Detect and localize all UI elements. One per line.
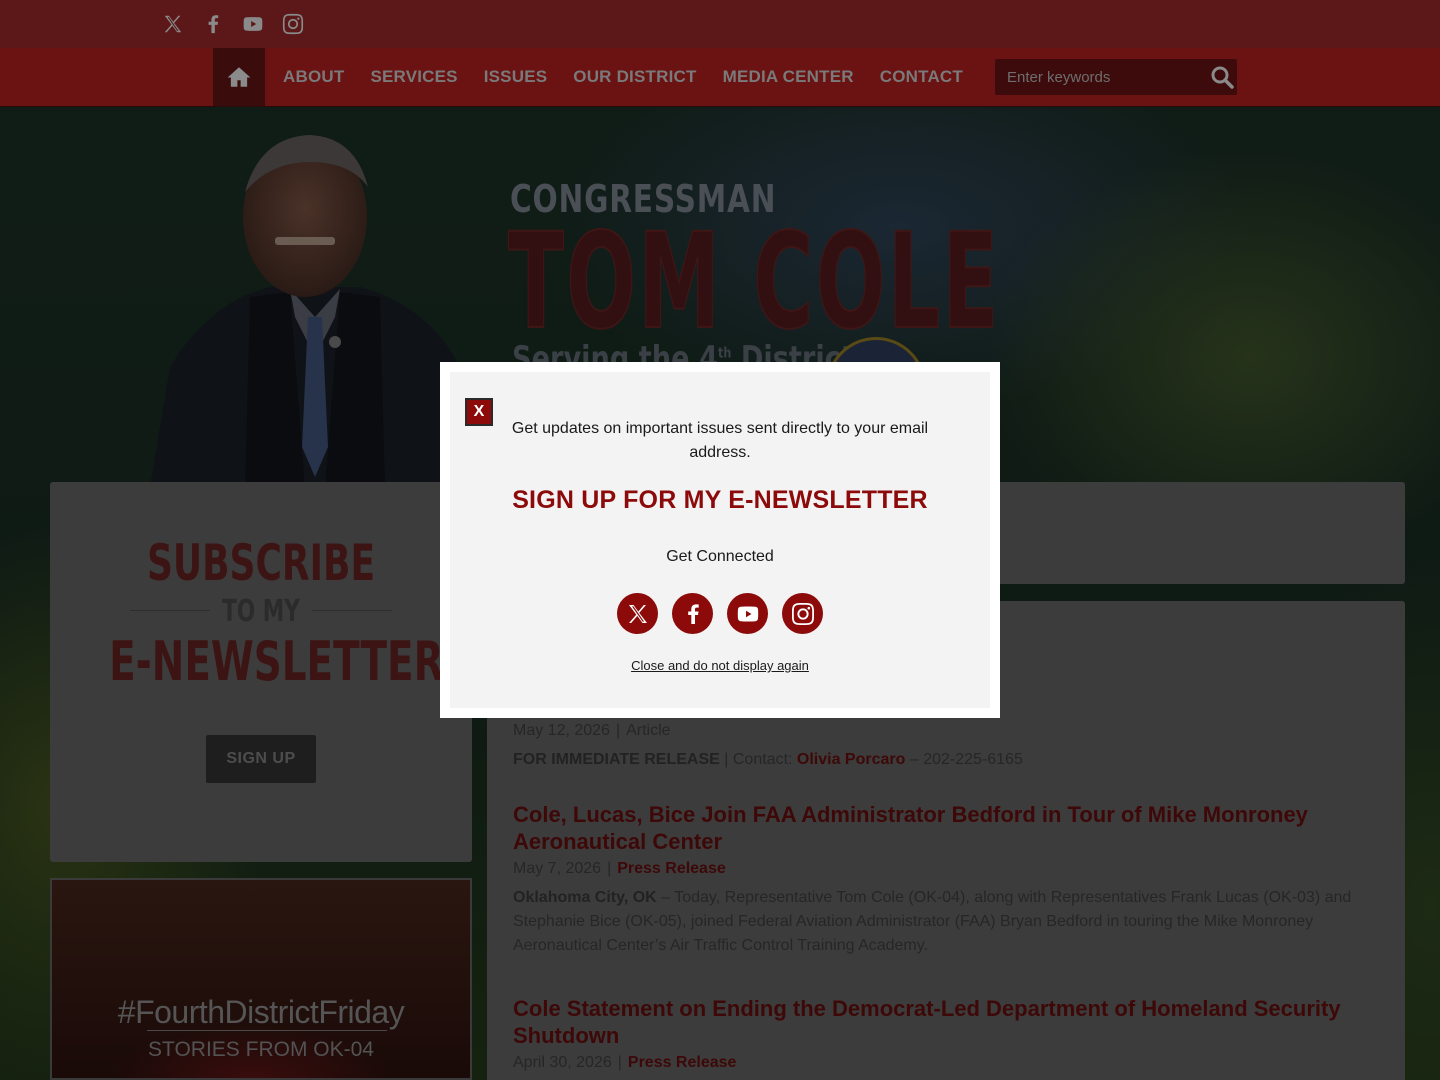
nav-item-contact[interactable]: CONTACT: [867, 67, 976, 87]
youtube-icon[interactable]: [727, 593, 768, 634]
subscribe-heading: SUBSCRIBE: [146, 534, 376, 592]
modal-body: X Get updates on important issues sent d…: [450, 372, 990, 708]
news-meta: April 30, 2026 | Press Release: [513, 1054, 737, 1071]
instagram-icon[interactable]: [280, 8, 306, 40]
nav-links: ABOUT SERVICES ISSUES OUR DISTRICT MEDIA…: [270, 48, 976, 106]
modal-close-button[interactable]: X: [465, 398, 493, 426]
congressman-portrait: [150, 135, 480, 487]
instagram-icon[interactable]: [782, 593, 823, 634]
facebook-icon[interactable]: [672, 593, 713, 634]
news-meta: May 7, 2026 | Press Release: [513, 860, 726, 877]
signup-button[interactable]: SIGN UP: [206, 735, 316, 783]
fdf-title: #FourthDistrictFriday: [117, 994, 405, 1030]
search-icon: [1211, 66, 1234, 89]
contact-link[interactable]: Olivia Porcaro: [797, 751, 906, 768]
search-button[interactable]: [1206, 59, 1237, 95]
nav-item-media-center[interactable]: MEDIA CENTER: [710, 67, 867, 87]
subscribe-subheading: TO MY: [222, 594, 300, 629]
news-type-link[interactable]: Press Release: [628, 1054, 737, 1071]
modal-dismiss-link[interactable]: Close and do not display again: [450, 658, 990, 673]
facebook-icon[interactable]: [200, 8, 226, 40]
nav-item-services[interactable]: SERVICES: [357, 67, 470, 87]
news-title-link[interactable]: Cole Statement on Ending the Democrat-Le…: [513, 995, 1373, 1049]
search-input[interactable]: [995, 59, 1206, 95]
newsletter-modal: X Get updates on important issues sent d…: [440, 362, 1000, 718]
news-summary: Oklahoma City, OK – Today, Representativ…: [513, 889, 1352, 954]
subscribe-newsletter-heading: E-NEWSLETTER: [109, 630, 444, 693]
modal-intro-text: Get updates on important issues sent dir…: [511, 420, 929, 461]
modal-connected-label: Get Connected: [666, 548, 774, 565]
search-box: [995, 59, 1237, 95]
x-icon[interactable]: [160, 8, 186, 40]
youtube-icon[interactable]: [240, 8, 266, 40]
fdf-divider: [147, 1030, 387, 1031]
top-social-bar: [0, 0, 1440, 48]
news-summary: FOR IMMEDIATE RELEASE | Contact: Olivia …: [513, 751, 1023, 768]
nav-item-our-district[interactable]: OUR DISTRICT: [560, 67, 709, 87]
top-social-links: [160, 8, 306, 40]
modal-newsletter-link[interactable]: SIGN UP FOR MY E-NEWSLETTER: [450, 486, 990, 515]
news-date: May 7, 2026: [513, 860, 602, 877]
modal-social-links: [450, 593, 990, 634]
fdf-subtitle: STORIES FROM OK-04: [148, 1038, 374, 1061]
hero-name: TOM COLE: [507, 204, 1001, 360]
news-title-link[interactable]: Cole, Lucas, Bice Join FAA Administrator…: [513, 801, 1373, 855]
news-meta: May 12, 2026 | Article: [513, 722, 671, 739]
subscribe-card: SUBSCRIBE TO MY E-NEWSLETTER: [50, 482, 472, 862]
list-item: May 12, 2026 | Article FOR IMMEDIATE RELEA…: [513, 717, 1373, 772]
nav-item-issues[interactable]: ISSUES: [471, 67, 561, 87]
news-type-link[interactable]: Press Release: [617, 860, 726, 877]
main-nav: ABOUT SERVICES ISSUES OUR DISTRICT MEDIA…: [0, 48, 1440, 107]
news-date: May 12, 2026: [513, 722, 610, 739]
fourth-district-friday-card[interactable]: #FourthDistrictFriday STORIES FROM OK-04: [50, 878, 472, 1080]
list-item: Cole, Lucas, Bice Join FAA Administrator…: [513, 801, 1373, 958]
x-icon[interactable]: [617, 593, 658, 634]
list-item: Cole Statement on Ending the Democrat-Le…: [513, 995, 1373, 1072]
news-date: April 30, 2026: [513, 1054, 612, 1071]
news-type[interactable]: Article: [626, 722, 670, 739]
home-button[interactable]: [213, 48, 265, 106]
nav-item-about[interactable]: ABOUT: [270, 67, 357, 87]
home-icon: [227, 67, 251, 87]
